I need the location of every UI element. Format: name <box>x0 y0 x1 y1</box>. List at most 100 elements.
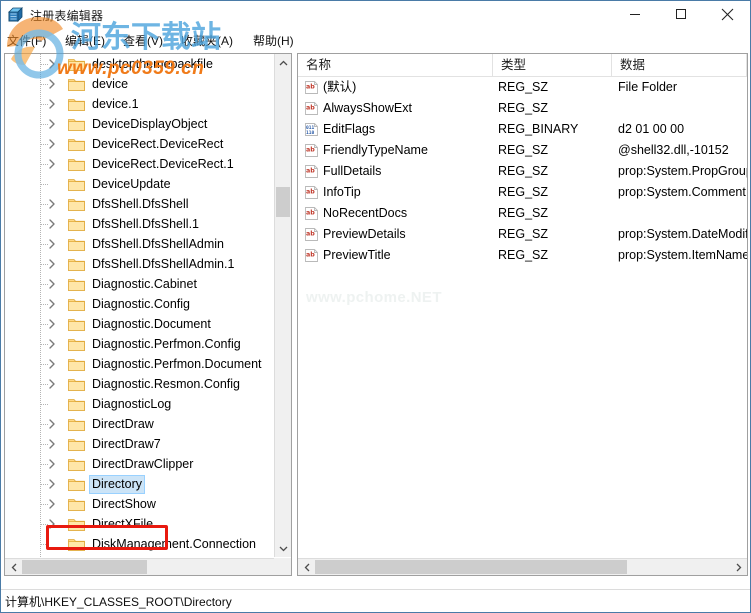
chevron-right-icon[interactable] <box>46 378 58 390</box>
scroll-up-icon[interactable] <box>275 54 291 71</box>
tree-item[interactable]: DeviceUpdate <box>5 174 276 194</box>
tree-item-label: Diagnostic.Resmon.Config <box>92 377 240 391</box>
menu-item-4[interactable]: 帮助(H) <box>251 32 296 50</box>
tree-item[interactable]: DfsShell.DfsShell.1 <box>5 214 276 234</box>
menu-item-3[interactable]: 收藏夹(A) <box>179 32 235 50</box>
value-row[interactable]: ab (默认) REG_SZ File Folder <box>298 77 747 98</box>
tree-item[interactable]: DeviceDisplayObject <box>5 114 276 134</box>
menu-item-2[interactable]: 查看(V) <box>121 32 165 50</box>
tree-item[interactable]: DirectShow <box>5 494 276 514</box>
value-row[interactable]: ab FullDetails REG_SZ prop:System.PropGroup <box>298 161 747 182</box>
tree-item[interactable]: DfsShell.DfsShellAdmin <box>5 234 276 254</box>
chevron-right-icon[interactable] <box>46 278 58 290</box>
scroll-down-icon[interactable] <box>275 540 291 557</box>
chevron-right-icon[interactable] <box>46 118 58 130</box>
tree-item[interactable]: device <box>5 74 276 94</box>
value-row[interactable]: ab InfoTip REG_SZ prop:System.Comment <box>298 182 747 203</box>
chevron-right-icon[interactable] <box>46 498 58 510</box>
tree-item[interactable]: Diagnostic.Config <box>5 294 276 314</box>
tree-item[interactable]: Diagnostic.Resmon.Config <box>5 374 276 394</box>
scrollbar-corner <box>274 558 291 575</box>
svg-text:ab: ab <box>306 210 315 217</box>
column-header-1[interactable]: 类型 <box>493 54 612 76</box>
tree-item-selected[interactable]: Directory <box>5 474 276 494</box>
tree-item-label: DeviceDisplayObject <box>92 117 208 131</box>
minimize-button[interactable] <box>612 1 658 30</box>
chevron-right-icon[interactable] <box>46 458 58 470</box>
tree-item[interactable]: DiskManagement.Connection <box>5 534 276 554</box>
folder-icon <box>68 497 85 511</box>
tree-item[interactable]: DfsShell.DfsShellAdmin.1 <box>5 254 276 274</box>
tree-item[interactable]: DiskManagement.Control <box>5 554 276 557</box>
tree-vertical-scrollbar[interactable] <box>274 54 291 557</box>
chevron-right-icon[interactable] <box>46 358 58 370</box>
list-horizontal-scrollbar[interactable] <box>298 558 747 575</box>
tree-item-label: DfsShell.DfsShell <box>92 197 189 211</box>
tree-item[interactable]: DirectDraw7 <box>5 434 276 454</box>
tree-item-label: DirectDraw7 <box>92 437 161 451</box>
value-data: prop:System.PropGroup <box>618 164 747 178</box>
value-row[interactable]: ab PreviewDetails REG_SZ prop:System.DateMo… <box>298 224 747 245</box>
scroll-left-icon[interactable] <box>298 559 315 575</box>
chevron-right-icon[interactable] <box>46 198 58 210</box>
tree-item[interactable]: Diagnostic.Document <box>5 314 276 334</box>
tree-item[interactable]: device.1 <box>5 94 276 114</box>
chevron-right-icon[interactable] <box>46 518 58 530</box>
chevron-right-icon[interactable] <box>46 338 58 350</box>
chevron-right-icon[interactable] <box>46 478 58 490</box>
svg-text:ab: ab <box>306 252 315 259</box>
chevron-right-icon[interactable] <box>46 418 58 430</box>
tree-item[interactable]: DirectXFile <box>5 514 276 534</box>
svg-text:ab: ab <box>306 168 315 175</box>
tree-item[interactable]: Diagnostic.Perfmon.Config <box>5 334 276 354</box>
menu-item-1[interactable]: 编辑(E) <box>63 32 107 50</box>
tree-item[interactable]: Diagnostic.Cabinet <box>5 274 276 294</box>
chevron-right-icon[interactable] <box>46 318 58 330</box>
value-row[interactable]: ab NoRecentDocs REG_SZ <box>298 203 747 224</box>
value-row[interactable]: ab PreviewTitle REG_SZ prop:System.ItemName <box>298 245 747 266</box>
value-row[interactable]: ab AlwaysShowExt REG_SZ <box>298 98 747 119</box>
value-row[interactable]: ab FriendlyTypeName REG_SZ @shell32.dll,-10… <box>298 140 747 161</box>
tree-item-label: device <box>92 77 129 91</box>
value-data <box>618 100 747 117</box>
chevron-right-icon[interactable] <box>46 438 58 450</box>
chevron-right-icon[interactable] <box>46 258 58 270</box>
close-button[interactable] <box>704 1 750 30</box>
value-row[interactable]: 011 110 EditFlags REG_BINARY d2 01 00 00 <box>298 119 747 140</box>
tree-guide-stub <box>41 404 49 405</box>
tree-horizontal-scrollbar[interactable] <box>5 558 291 575</box>
scroll-left-icon[interactable] <box>5 559 22 575</box>
list-horizontal-scroll-thumb[interactable] <box>315 560 627 574</box>
value-data <box>618 205 747 222</box>
tree-item[interactable]: DirectDraw <box>5 414 276 434</box>
menu-item-0[interactable]: 文件(F) <box>5 32 48 50</box>
tree-item[interactable]: DeviceRect.DeviceRect <box>5 134 276 154</box>
value-data: d2 01 00 00 <box>618 122 685 136</box>
chevron-right-icon[interactable] <box>46 58 58 70</box>
tree-item[interactable]: DfsShell.DfsShell <box>5 194 276 214</box>
tree-guide-line <box>40 554 41 557</box>
column-header-2[interactable]: 数据 <box>612 54 747 76</box>
tree-vertical-scroll-thumb[interactable] <box>276 187 290 217</box>
close-icon <box>721 8 734 24</box>
column-header-0[interactable]: 名称 <box>298 54 493 76</box>
tree-item[interactable]: desktopthemepackfile <box>5 54 276 74</box>
chevron-right-icon[interactable] <box>46 158 58 170</box>
scroll-right-icon[interactable] <box>730 559 747 575</box>
tree-item[interactable]: DirectDrawClipper <box>5 454 276 474</box>
tree-horizontal-scroll-thumb[interactable] <box>22 560 147 574</box>
chevron-right-icon[interactable] <box>46 298 58 310</box>
tree-item-label: DiagnosticLog <box>92 397 172 411</box>
chevron-right-icon[interactable] <box>46 138 58 150</box>
maximize-button[interactable] <box>658 1 704 30</box>
tree-item[interactable]: DiagnosticLog <box>5 394 276 414</box>
registry-key-tree-pane: desktopthemepackfile device device.1 Device… <box>4 53 292 576</box>
value-type: REG_BINARY <box>498 122 579 136</box>
value-data: prop:System.Comment <box>618 185 746 199</box>
chevron-right-icon[interactable] <box>46 238 58 250</box>
chevron-right-icon[interactable] <box>46 78 58 90</box>
tree-item[interactable]: Diagnostic.Perfmon.Document <box>5 354 276 374</box>
tree-item[interactable]: DeviceRect.DeviceRect.1 <box>5 154 276 174</box>
chevron-right-icon[interactable] <box>46 98 58 110</box>
chevron-right-icon[interactable] <box>46 218 58 230</box>
